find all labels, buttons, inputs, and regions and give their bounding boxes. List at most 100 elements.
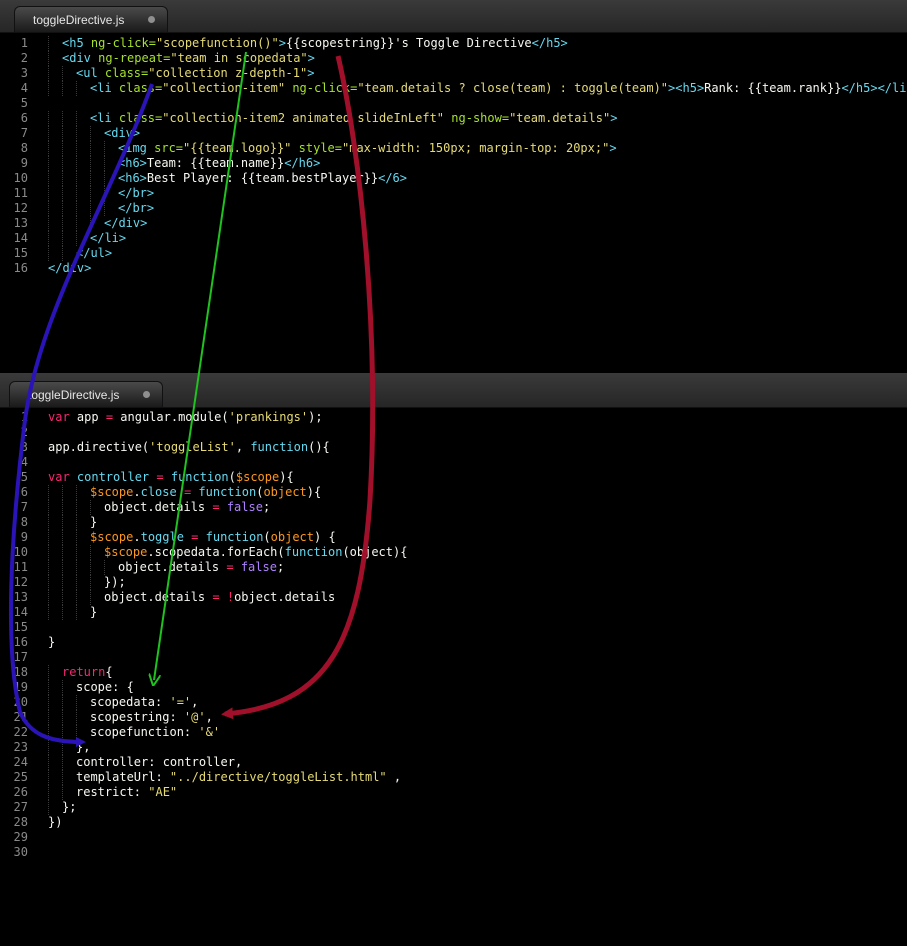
code-token: 'toggleList' <box>149 440 236 454</box>
line-number: 5 <box>20 470 28 484</box>
code-token: . <box>133 485 141 499</box>
code-token: }) <box>48 815 63 829</box>
indent-guide <box>48 740 49 755</box>
code-token: } <box>48 635 56 649</box>
code-token: function <box>170 470 229 484</box>
code-token: </h5> <box>841 81 878 95</box>
indent-guide <box>76 530 77 545</box>
code-token: > <box>609 141 617 155</box>
indent-guide <box>62 680 63 695</box>
code-text: <img src="{{team.logo}}" style="max-widt… <box>118 141 617 156</box>
tab-toggle-directive[interactable]: toggleDirective.js <box>9 381 163 407</box>
code-text: </div> <box>48 261 91 276</box>
line-number: 21 <box>13 710 28 724</box>
code-token: , <box>205 710 213 724</box>
tab-toggle-directive[interactable]: toggleDirective.js <box>14 6 168 32</box>
line-number: 11 <box>13 560 28 574</box>
indent-guide <box>104 560 105 575</box>
line-number: 2 <box>20 51 28 65</box>
indent-guide <box>62 485 63 500</box>
code-token: object.details <box>104 500 213 514</box>
code-token: = <box>105 410 121 424</box>
indent-guide <box>48 545 49 560</box>
code-token: toggle <box>140 530 192 544</box>
line-number: 26 <box>13 785 28 799</box>
indent-guide <box>62 81 63 96</box>
line-number: 7 <box>20 126 28 140</box>
indent-guide <box>76 560 77 575</box>
code-text: } <box>90 605 97 620</box>
indent-guide <box>62 575 63 590</box>
code-token: false <box>226 500 263 514</box>
indent-guide <box>76 216 77 231</box>
code-token: "max-width: 150px; margin-top: 20px;" <box>342 141 610 155</box>
indent-guide <box>90 126 91 141</box>
tab-label: toggleDirective.js <box>28 388 120 402</box>
code-text: object.details = !object.details <box>104 590 335 605</box>
indent-guide <box>62 500 63 515</box>
tab-label: toggleDirective.js <box>33 13 125 27</box>
indent-guide <box>48 66 49 81</box>
code-token: ( <box>263 530 271 544</box>
code-text: var controller = function($scope){ <box>48 470 294 485</box>
indent-guide <box>62 770 63 785</box>
indent-guide <box>76 590 77 605</box>
unsaved-dot-icon[interactable] <box>143 391 150 398</box>
code-text: $scope.scopedata.forEach(function(object… <box>104 545 407 560</box>
indent-guide <box>76 725 77 740</box>
code-token: </6> <box>378 171 407 185</box>
code-text: var app = angular.module('prankings'); <box>48 410 323 425</box>
indent-guide <box>76 186 77 201</box>
line-number: 6 <box>20 485 28 499</box>
indent-guide <box>104 141 105 156</box>
code-token: ; <box>276 560 285 574</box>
indent-guide <box>90 186 91 201</box>
code-text: templateUrl: "../directive/toggleList.ht… <box>76 770 401 785</box>
code-token: "collection z-depth-1" <box>148 66 308 80</box>
indent-guide <box>48 485 49 500</box>
indent-guide <box>62 740 63 755</box>
indent-guide <box>76 171 77 186</box>
indent-guide <box>48 575 49 590</box>
code-token: "team.details" <box>509 111 611 125</box>
code-token: "../directive/toggleList.html" <box>169 770 387 784</box>
indent-guide <box>48 560 49 575</box>
code-token: </ul> <box>76 246 113 260</box>
line-number: 2 <box>20 425 28 439</box>
code-token: <h5> <box>675 81 705 95</box>
code-token: '@' <box>183 710 206 724</box>
code-token: , <box>386 770 402 784</box>
code-token: <div <box>62 51 99 65</box>
line-number: 13 <box>13 216 28 230</box>
code-token: </div> <box>48 261 92 275</box>
code-text: }); <box>104 575 126 590</box>
indent-guide <box>76 500 77 515</box>
line-number: 14 <box>13 231 28 245</box>
code-text: scopefunction: '&' <box>90 725 220 740</box>
indent-guide <box>48 590 49 605</box>
code-token: ( <box>228 470 236 484</box>
code-token: <ul <box>76 66 105 80</box>
code-token: var <box>48 470 77 484</box>
code-token: "collection-item" <box>162 81 286 95</box>
code-token: ng-click= <box>292 81 358 95</box>
code-token: class= <box>118 111 163 125</box>
indent-guide <box>104 171 105 186</box>
tab-bar: toggleDirective.js <box>0 373 907 408</box>
code-token: > <box>278 36 286 50</box>
code-token: Team: {{team.name}} <box>146 156 285 170</box>
code-token: </br> <box>118 201 155 215</box>
indent-guide <box>48 605 49 620</box>
unsaved-dot-icon[interactable] <box>148 16 155 23</box>
code-token: <h6> <box>118 156 147 170</box>
indent-guide <box>62 186 63 201</box>
indent-guide <box>48 500 49 515</box>
indent-guide <box>62 785 63 800</box>
code-token: > <box>610 111 618 125</box>
indent-guide <box>62 171 63 186</box>
code-token: $scope <box>235 470 280 484</box>
code-token: "AE" <box>148 785 178 799</box>
indent-guide <box>90 560 91 575</box>
indent-guide <box>76 695 77 710</box>
